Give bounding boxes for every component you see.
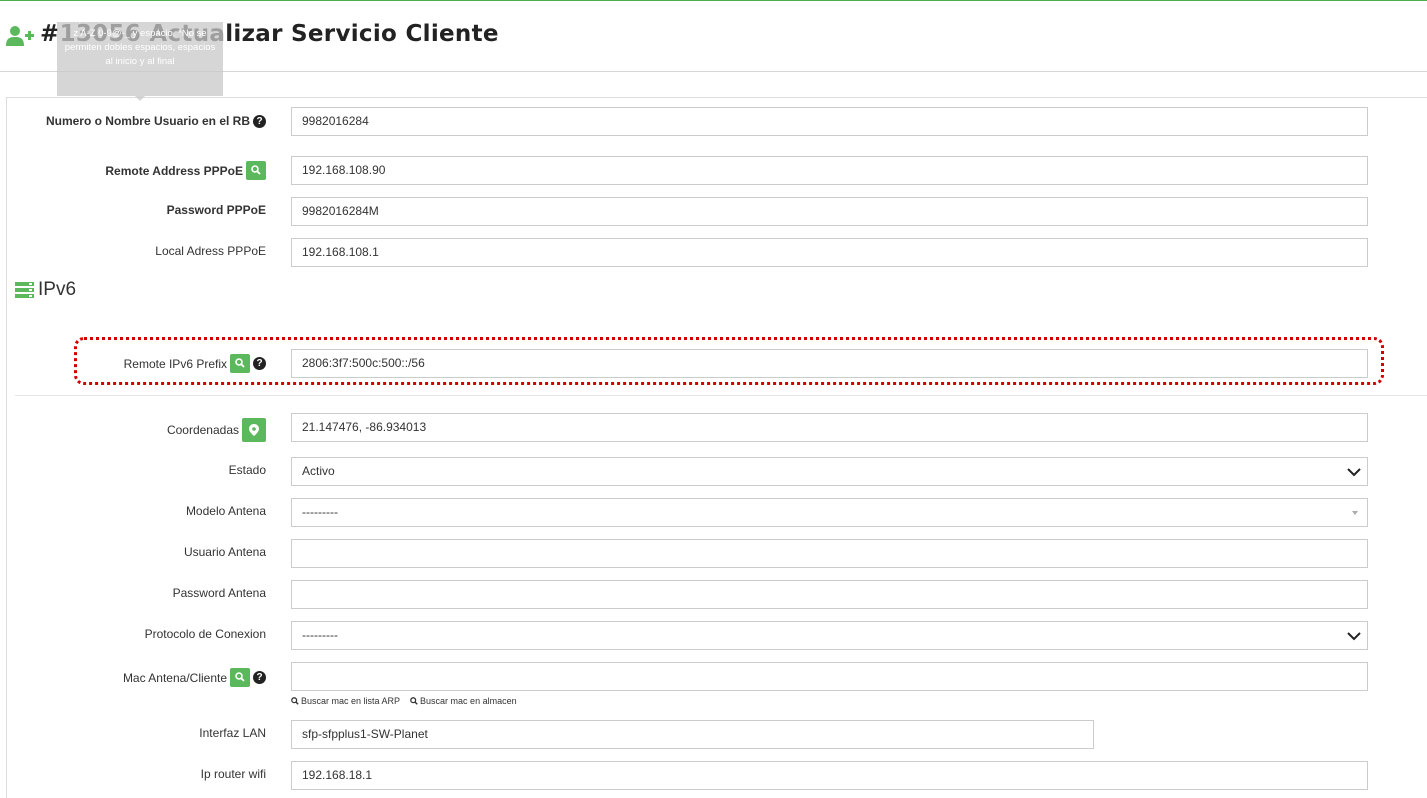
password-antena-label: Password Antena bbox=[173, 586, 266, 600]
usuario-rb-label-text: Numero o Nombre Usuario en el RB bbox=[45, 114, 250, 128]
usuario-antena-label-text: Usuario Antena bbox=[183, 545, 266, 559]
search-icon bbox=[291, 697, 299, 705]
row-password-pppoe: Password PPPoE 9982016284M bbox=[0, 197, 1427, 227]
estado-label-text: Estado bbox=[228, 463, 266, 477]
row-protocolo: Protocolo de Conexion --------- bbox=[0, 621, 1427, 651]
add-user-icon bbox=[6, 26, 34, 46]
row-remote-address: Remote Address PPPoE 192.168.108.90 bbox=[0, 156, 1427, 186]
estado-select[interactable]: Activo bbox=[291, 457, 1368, 486]
help-tooltip: a-z, A-Z, 0-9. Caracteres validos: a-z A… bbox=[57, 22, 223, 96]
usuario-rb-label: Numero o Nombre Usuario en el RB ? bbox=[46, 114, 266, 128]
row-mac-antena: Mac Antena/Cliente ? bbox=[0, 662, 1427, 692]
chevron-down-icon bbox=[1347, 468, 1361, 477]
local-address-input[interactable]: 192.168.108.1 bbox=[291, 238, 1368, 267]
tooltip-arrow bbox=[135, 96, 145, 101]
remote-address-input[interactable]: 192.168.108.90 bbox=[291, 156, 1368, 185]
local-address-label-text: Local Adress PPPoE bbox=[155, 244, 266, 258]
buscar-mac-arp-text: Buscar mac en lista ARP bbox=[301, 696, 401, 706]
buscar-mac-almacen-text: Buscar mac en almacen bbox=[420, 696, 517, 706]
mac-antena-input[interactable] bbox=[291, 662, 1368, 691]
password-pppoe-label: Password PPPoE bbox=[167, 203, 266, 217]
coordenadas-label: Coordenadas bbox=[167, 418, 266, 442]
search-icon bbox=[410, 697, 418, 705]
search-icon bbox=[251, 165, 261, 175]
protocolo-label: Protocolo de Conexion bbox=[145, 627, 266, 641]
map-marker-icon bbox=[249, 424, 259, 436]
coordenadas-label-text: Coordenadas bbox=[166, 423, 239, 437]
row-modelo-antena: Modelo Antena --------- bbox=[0, 498, 1427, 528]
row-local-address: Local Adress PPPoE 192.168.108.1 bbox=[0, 238, 1427, 268]
coordenadas-input[interactable]: 21.147476, -86.934013 bbox=[291, 413, 1368, 442]
remote-ipv6-input[interactable]: 2806:3f7:500c:500::/56 bbox=[291, 349, 1368, 378]
row-interfaz-lan: Interfaz LAN sfp-sfpplus1-SW-Planet bbox=[0, 720, 1427, 750]
mac-antena-label: Mac Antena/Cliente ? bbox=[123, 668, 266, 687]
password-antena-label-text: Password Antena bbox=[172, 586, 266, 600]
ip-router-input[interactable]: 192.168.18.1 bbox=[291, 761, 1368, 790]
help-icon[interactable]: ? bbox=[253, 357, 266, 370]
remote-ipv6-label-text: Remote IPv6 Prefix bbox=[123, 356, 227, 371]
server-icon bbox=[15, 281, 34, 298]
interfaz-lan-input[interactable]: sfp-sfpplus1-SW-Planet bbox=[291, 720, 1094, 749]
modelo-antena-selected-value: --------- bbox=[302, 505, 338, 519]
row-coordenadas: Coordenadas 21.147476, -86.934013 bbox=[0, 413, 1427, 443]
protocolo-select[interactable]: --------- bbox=[291, 621, 1368, 650]
estado-selected-value: Activo bbox=[302, 464, 335, 478]
search-remote-address-button[interactable] bbox=[246, 161, 266, 180]
ip-router-label-text: Ip router wifi bbox=[200, 767, 266, 781]
row-estado: Estado Activo bbox=[0, 457, 1427, 487]
row-remote-ipv6: Remote IPv6 Prefix ? 2806:3f7:500c:500::… bbox=[0, 349, 1427, 379]
password-pppoe-input[interactable]: 9982016284M bbox=[291, 197, 1368, 226]
usuario-rb-input[interactable]: 9982016284 bbox=[291, 107, 1368, 136]
usuario-antena-label: Usuario Antena bbox=[184, 545, 266, 559]
buscar-mac-arp-link[interactable]: Buscar mac en lista ARP bbox=[291, 696, 400, 706]
ipv6-title-text: IPv6 bbox=[38, 279, 77, 300]
help-icon[interactable]: ? bbox=[253, 114, 266, 128]
tooltip-text: a-z, A-Z, 0-9. Caracteres validos: a-z A… bbox=[64, 22, 216, 67]
remote-address-label-text: Remote Address PPPoE bbox=[105, 163, 243, 178]
search-mac-button[interactable] bbox=[230, 668, 250, 687]
password-antena-input[interactable] bbox=[291, 580, 1368, 609]
row-usuario-antena: Usuario Antena bbox=[0, 539, 1427, 569]
local-address-label: Local Adress PPPoE bbox=[155, 244, 266, 258]
protocolo-selected-value: --------- bbox=[302, 628, 338, 642]
modelo-antena-select[interactable]: --------- bbox=[291, 498, 1368, 527]
modelo-antena-label: Modelo Antena bbox=[186, 504, 266, 518]
search-ipv6-button[interactable] bbox=[230, 354, 250, 373]
row-usuario-rb: Numero o Nombre Usuario en el RB ? 99820… bbox=[0, 107, 1427, 137]
caret-down-icon bbox=[1352, 511, 1358, 515]
password-pppoe-label-text: Password PPPoE bbox=[166, 203, 266, 217]
help-icon[interactable]: ? bbox=[253, 671, 266, 684]
row-ip-router: Ip router wifi 192.168.18.1 bbox=[0, 761, 1427, 791]
search-icon bbox=[235, 672, 245, 682]
interfaz-lan-label-text: Interfaz LAN bbox=[199, 726, 266, 740]
buscar-mac-almacen-link[interactable]: Buscar mac en almacen bbox=[410, 696, 517, 706]
ip-router-label: Ip router wifi bbox=[201, 767, 266, 781]
usuario-antena-input[interactable] bbox=[291, 539, 1368, 568]
section-divider bbox=[15, 395, 1427, 396]
ipv6-section-title: IPv6 bbox=[15, 279, 76, 301]
protocolo-label-text: Protocolo de Conexion bbox=[144, 627, 266, 641]
mac-search-links: Buscar mac en lista ARP Buscar mac en al… bbox=[291, 696, 517, 706]
search-icon bbox=[235, 358, 245, 368]
row-password-antena: Password Antena bbox=[0, 580, 1427, 610]
modelo-antena-label-text: Modelo Antena bbox=[185, 504, 266, 518]
map-pin-button[interactable] bbox=[242, 418, 266, 442]
remote-address-label: Remote Address PPPoE bbox=[105, 161, 266, 180]
interfaz-lan-label: Interfaz LAN bbox=[199, 726, 266, 740]
mac-antena-label-text: Mac Antena/Cliente bbox=[122, 670, 227, 685]
chevron-down-icon bbox=[1347, 632, 1361, 641]
estado-label: Estado bbox=[229, 463, 266, 477]
remote-ipv6-label: Remote IPv6 Prefix ? bbox=[124, 354, 266, 373]
